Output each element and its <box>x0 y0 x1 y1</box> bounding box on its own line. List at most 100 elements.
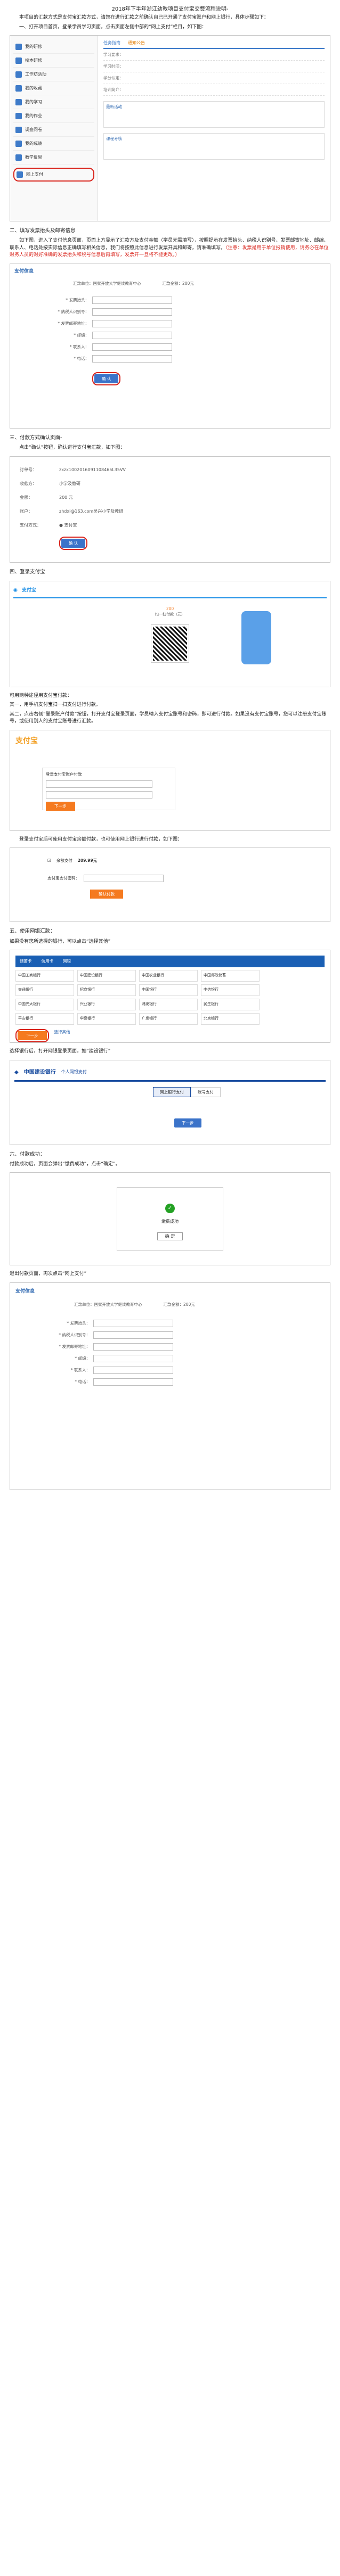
invoice-form-screenshot: 支付信息 汇款单位：国家开放大学继续教育中心 汇款金额：200元 * 发票抬头：… <box>10 263 330 429</box>
menu-label: 网上支付 <box>26 172 43 177</box>
tab-notice[interactable]: 通知公告 <box>128 40 145 46</box>
bank-option[interactable]: 兴业银行 <box>77 999 136 1010</box>
bank-option[interactable]: 中国光大银行 <box>15 999 74 1010</box>
step4-b: 其一，用手机支付宝扫一扫支付进行付款。 <box>10 702 101 708</box>
login-next-button[interactable]: 下一步 <box>46 802 75 811</box>
tax-id-input[interactable] <box>93 1331 173 1339</box>
tab-online-bank[interactable]: 网上银行支付 <box>153 1087 191 1097</box>
bank-option[interactable]: 中信银行 <box>201 984 260 996</box>
step3-paragraph: 点击“确认”按钮，确认进行支付宝汇款，如下图： <box>19 445 125 450</box>
payer-label: 汇款单位：国家开放大学继续教育中心 <box>74 1302 142 1307</box>
ccb-logo-icon: ◆ <box>14 1069 19 1075</box>
contact-input[interactable] <box>92 343 172 351</box>
balance-check-icon[interactable]: ☑ <box>47 858 51 863</box>
menu-item[interactable]: 我的学习 <box>13 95 94 109</box>
menu-item[interactable]: 调查问卷 <box>13 123 94 137</box>
phone-input[interactable] <box>93 1378 173 1386</box>
ccb-next-button[interactable]: 下一步 <box>174 1118 201 1127</box>
info-row: 学习时间： <box>103 61 325 72</box>
tab-debit[interactable]: 储蓄卡 <box>20 958 32 964</box>
form-row: * 发票邮寄地址： <box>15 1341 325 1353</box>
menu-item-online-pay[interactable]: 网上支付 <box>13 168 94 182</box>
form-row: * 邮编： <box>14 330 326 341</box>
bank-option[interactable]: 中国银行 <box>139 984 198 996</box>
pay-password-input[interactable] <box>84 874 164 882</box>
tab-account-pay[interactable]: 账号支付 <box>191 1087 221 1097</box>
menu-item[interactable]: 我的收藏 <box>13 81 94 95</box>
bank-option[interactable]: 中国邮政储蓄 <box>201 970 260 982</box>
pay-row: 收款方： 小学及教研 <box>20 477 320 491</box>
account-input[interactable] <box>46 780 152 788</box>
ccb-sub: 个人网银支付 <box>61 1069 87 1074</box>
menu-item[interactable]: 教学反思 <box>13 151 94 164</box>
pay-row: 订单号： zxzx1002016091108465L35VV <box>20 463 320 477</box>
bank-option[interactable]: 交通银行 <box>15 984 74 996</box>
tab-guide[interactable]: 任务指南 <box>103 40 120 46</box>
bank-option[interactable]: 平安银行 <box>15 1013 74 1025</box>
address-input[interactable] <box>92 319 172 327</box>
tab-ebank[interactable]: 网银 <box>63 958 71 964</box>
ccb-next-wrap: 下一步 <box>174 1118 326 1127</box>
menu-item[interactable]: 我的成绩 <box>13 137 94 151</box>
balance-pay-screenshot: ☑ 余额支付 209.99元 支付宝支付密码： 确认付款 <box>10 847 330 923</box>
menu-label: 工作坊活动 <box>25 71 46 77</box>
form-row: * 发票抬头： <box>15 1318 325 1329</box>
amount-label: 汇款金额：200元 <box>162 281 194 286</box>
info-row: 学分认定： <box>103 72 325 84</box>
field-label: * 电话： <box>75 1379 90 1384</box>
bank-option[interactable]: 中国工商银行 <box>15 970 74 982</box>
portal-screenshot: 我的研修 校本研修 工作坊活动 我的收藏 我的学习 我的作业 调查问卷 我的成绩… <box>10 35 330 221</box>
latest-activity-box: 最新活动 <box>103 101 325 128</box>
form-row: * 联系人： <box>15 1364 325 1376</box>
field-label: * 邮编： <box>75 1355 90 1361</box>
field-label: * 发票抬头： <box>67 1320 90 1326</box>
menu-item[interactable]: 我的作业 <box>13 109 94 123</box>
password-input[interactable] <box>46 791 152 799</box>
confirm-pay-button[interactable]: 确认付款 <box>90 889 123 899</box>
confirm-ring: 下一步 <box>15 1029 49 1042</box>
bank-option[interactable]: 华夏银行 <box>77 1013 136 1025</box>
bank-option[interactable]: 中国农业银行 <box>139 970 198 982</box>
select-other-link[interactable]: 选择其他 <box>54 1029 70 1042</box>
success-dialog-screenshot: ✓ 缴费成功 确 定 <box>10 1172 330 1266</box>
pay-row: 金额： 200 元 <box>20 491 320 505</box>
form-row: * 电话： <box>14 353 326 365</box>
final-form-screenshot: 支付信息 汇款单位：国家开放大学继续教育中心 汇款金额：200元 * 发票抬头：… <box>10 1282 330 1490</box>
bank-option[interactable]: 浦发银行 <box>139 999 198 1010</box>
confirm-button[interactable]: 确 认 <box>94 374 119 383</box>
portal-main: 任务指南 通知公告 学习要求： 学习时间： 学分认定： 培训简介： 最新活动 课… <box>98 36 330 221</box>
menu-item[interactable]: 校本研修 <box>13 54 94 68</box>
org-value: 小学及教研 <box>59 481 80 486</box>
menu-item[interactable]: 我的研修 <box>13 40 94 54</box>
pay-confirm-button[interactable]: 确 认 <box>61 538 86 548</box>
bank-actions: 下一步 选择其他 <box>15 1029 325 1042</box>
amount-label: 金额： <box>20 495 33 500</box>
address-input[interactable] <box>93 1343 173 1351</box>
menu-item[interactable]: 工作坊活动 <box>13 68 94 81</box>
tab-credit[interactable]: 信用卡 <box>42 958 54 964</box>
confirm-pay-wrap: 确认付款 <box>90 889 293 899</box>
ccb-tabs: 网上银行支付 账号支付 <box>153 1087 326 1097</box>
ok-button[interactable]: 确 定 <box>157 1232 183 1240</box>
pwd-row: 支付宝支付密码： <box>47 874 293 882</box>
contact-input[interactable] <box>93 1366 173 1374</box>
bank-option[interactable]: 广发银行 <box>139 1013 198 1025</box>
zipcode-input[interactable] <box>92 331 172 339</box>
bank-option[interactable]: 民生银行 <box>201 999 260 1010</box>
document-page: 2018年下半年浙江幼教项目支付宝交费流程说明- 本项目的汇款方式是支付宝汇款方… <box>0 0 340 1505</box>
step4-heading: 四、登录支付宝 <box>10 569 45 575</box>
alipay-radio[interactable]: ● 支付宝 <box>59 522 77 529</box>
bank-next-button[interactable]: 下一步 <box>18 1031 47 1041</box>
bank-option[interactable]: 北京银行 <box>201 1013 260 1025</box>
menu-label: 我的作业 <box>25 113 42 118</box>
zipcode-input[interactable] <box>93 1354 173 1362</box>
bank-option[interactable]: 招商银行 <box>77 984 136 996</box>
bank-option[interactable]: 中国建设银行 <box>77 970 136 982</box>
phone-input[interactable] <box>92 355 172 363</box>
invoice-title-input[interactable] <box>92 296 172 304</box>
org-label: 收款方： <box>20 481 37 486</box>
form-brand: 支付信息 <box>14 268 34 274</box>
tax-id-input[interactable] <box>92 308 172 316</box>
invoice-title-input[interactable] <box>93 1319 173 1327</box>
qr-code-icon <box>151 624 189 663</box>
